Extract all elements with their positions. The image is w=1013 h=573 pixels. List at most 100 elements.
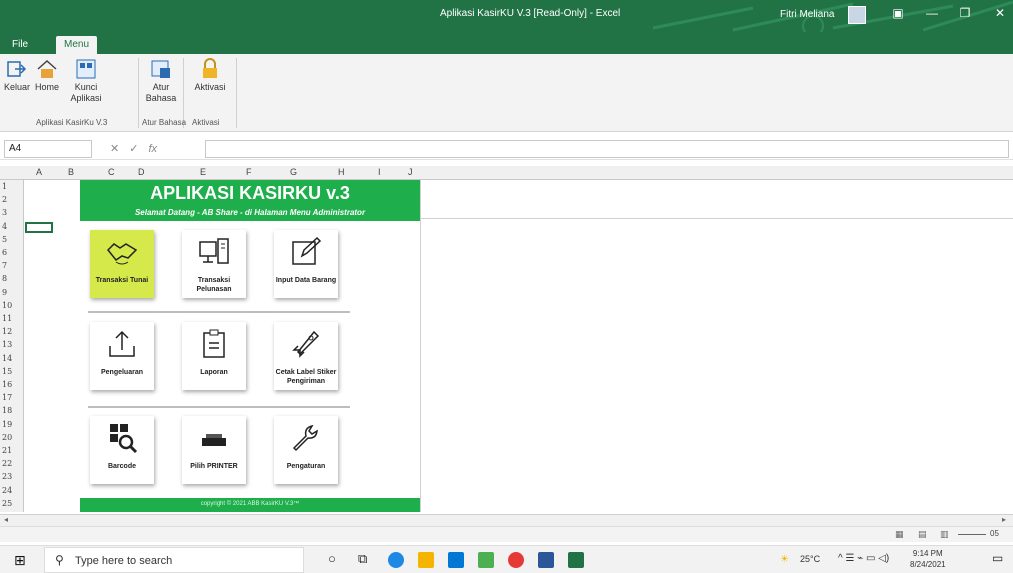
view-page-break-icon[interactable]: ▥	[940, 529, 949, 540]
close-icon[interactable]: ✕	[990, 6, 1010, 20]
avatar[interactable]	[848, 6, 866, 24]
tray-icons[interactable]: ^ ☰ ⌁ ▭ ◁)	[838, 553, 889, 564]
home-button[interactable]: Home	[32, 58, 62, 93]
minimize-icon[interactable]: —	[922, 6, 942, 20]
column-header-b[interactable]: B	[68, 167, 74, 177]
app-banner: APLIKASI KASIRKU v.3 Selamat Datang - AB…	[80, 180, 420, 221]
row-header-8[interactable]: 8	[2, 274, 22, 283]
excel-taskbar-icon[interactable]	[568, 552, 584, 568]
row-header-7[interactable]: 7	[2, 261, 22, 270]
minecraft-icon[interactable]	[478, 552, 494, 568]
selected-cell-a4[interactable]	[25, 222, 53, 233]
row-header-25[interactable]: 25	[2, 499, 22, 508]
atur-bahasa-label: Atur Bahasa	[145, 82, 177, 103]
menu-panel: APLIKASI KASIRKU v.3 Selamat Datang - AB…	[80, 180, 420, 512]
row-header-1[interactable]: 1	[2, 182, 22, 191]
view-normal-icon[interactable]: ▦	[895, 529, 904, 540]
row-header-9[interactable]: 9	[2, 288, 22, 297]
ribbon-display-icon[interactable]: ▣	[888, 6, 908, 20]
formula-icons[interactable]: ✕✓fx	[110, 142, 157, 155]
row-header-15[interactable]: 15	[2, 367, 22, 376]
horizontal-scrollbar[interactable]: ◂ ▸	[0, 514, 1013, 526]
user-name[interactable]: Fitri Meliana	[780, 9, 834, 20]
laporan-button[interactable]: Laporan	[182, 322, 246, 390]
mail-icon[interactable]	[448, 552, 464, 568]
input-data-barang-label: Input Data Barang	[275, 277, 337, 284]
task-view-icon[interactable]: ⧉	[358, 551, 367, 567]
tab-menu[interactable]: Menu	[56, 36, 98, 54]
row-header-19[interactable]: 19	[2, 420, 22, 429]
barcode-button[interactable]: Barcode	[90, 416, 154, 484]
cetak-label-button[interactable]: Cetak Label Stiker Pengiriman	[274, 322, 338, 390]
home-icon	[37, 59, 57, 78]
row-header-10[interactable]: 10	[2, 301, 22, 310]
sheet-area[interactable]	[420, 180, 1013, 512]
column-header-e[interactable]: E	[200, 167, 206, 177]
row-header-18[interactable]: 18	[2, 406, 22, 415]
edge-icon[interactable]	[388, 552, 404, 568]
restore-icon[interactable]: ❐	[955, 6, 975, 20]
row-header-21[interactable]: 21	[2, 446, 22, 455]
atur-bahasa-button[interactable]: Atur Bahasa	[144, 58, 178, 104]
input-data-barang-button[interactable]: Input Data Barang	[274, 230, 338, 298]
app-title: APLIKASI KASIRKU v.3	[150, 183, 350, 203]
row-header-16[interactable]: 16	[2, 380, 22, 389]
row-header-24[interactable]: 24	[2, 486, 22, 495]
zoom-level[interactable]: 05	[990, 529, 999, 538]
row-header-12[interactable]: 12	[2, 327, 22, 336]
keluar-label: Keluar	[4, 82, 31, 92]
chrome-icon[interactable]	[508, 552, 524, 568]
fx-icon[interactable]: fx	[148, 143, 157, 155]
laporan-label: Laporan	[200, 369, 228, 376]
row-header-11[interactable]: 11	[2, 314, 22, 323]
scroll-right-icon[interactable]: ▸	[1002, 515, 1006, 524]
row-header-14[interactable]: 14	[2, 354, 22, 363]
zoom-slider[interactable]	[958, 534, 986, 535]
column-header-j[interactable]: J	[408, 167, 413, 177]
aktivasi-button[interactable]: Aktivasi	[190, 58, 230, 93]
column-header-a[interactable]: A	[36, 167, 42, 177]
column-header-g[interactable]: G	[290, 167, 297, 177]
transaksi-tunai-button[interactable]: Transaksi Tunai	[90, 230, 154, 298]
scroll-left-icon[interactable]: ◂	[4, 515, 8, 524]
view-page-layout-icon[interactable]: ▤	[918, 529, 927, 540]
row-header-2[interactable]: 2	[2, 195, 22, 204]
search-placeholder: Type here to search	[75, 555, 173, 567]
keluar-button[interactable]: Keluar	[4, 58, 31, 93]
transaksi-pelunasan-label: Transaksi Pelunasan	[196, 277, 232, 293]
windows-start-icon[interactable]: ⊞	[14, 552, 26, 569]
column-header-i[interactable]: I	[378, 167, 381, 177]
column-header-c[interactable]: C	[108, 167, 115, 177]
clipboard-icon	[203, 329, 225, 358]
taskbar-search[interactable]: ⚲ Type here to search	[44, 547, 304, 573]
column-header-d[interactable]: D	[138, 167, 145, 177]
pengaturan-button[interactable]: Pengaturan	[274, 416, 338, 484]
row-header-20[interactable]: 20	[2, 433, 22, 442]
cortana-icon[interactable]: ○	[328, 551, 336, 566]
row-header-22[interactable]: 22	[2, 459, 22, 468]
column-header-h[interactable]: H	[338, 167, 345, 177]
file-explorer-icon[interactable]	[418, 552, 434, 568]
row-header-17[interactable]: 17	[2, 393, 22, 402]
transaksi-pelunasan-button[interactable]: Transaksi Pelunasan	[182, 230, 246, 298]
name-box[interactable]: A4	[4, 140, 92, 158]
weather-temp[interactable]: 25°C	[800, 554, 820, 564]
barcode-label: Barcode	[107, 463, 136, 470]
row-header-23[interactable]: 23	[2, 472, 22, 481]
clock[interactable]: 9:14 PM 8/24/2021	[910, 548, 946, 570]
pilih-printer-button[interactable]: Pilih PRINTER	[182, 416, 246, 484]
row-header-4[interactable]: 4	[2, 222, 22, 231]
tab-file[interactable]: File	[4, 36, 36, 54]
word-icon[interactable]	[538, 552, 554, 568]
pengeluaran-button[interactable]: Pengeluaran	[90, 322, 154, 390]
upload-icon	[109, 330, 135, 357]
weather-icon[interactable]: ☀	[780, 554, 789, 565]
row-header-3[interactable]: 3	[2, 208, 22, 217]
row-header-5[interactable]: 5	[2, 235, 22, 244]
row-header-13[interactable]: 13	[2, 340, 22, 349]
formula-input[interactable]	[205, 140, 1009, 158]
column-header-f[interactable]: F	[246, 167, 252, 177]
kunci-aplikasi-button[interactable]: Kunci Aplikasi	[66, 58, 106, 104]
notification-icon[interactable]: ▭	[992, 551, 1003, 565]
row-header-6[interactable]: 6	[2, 248, 22, 257]
